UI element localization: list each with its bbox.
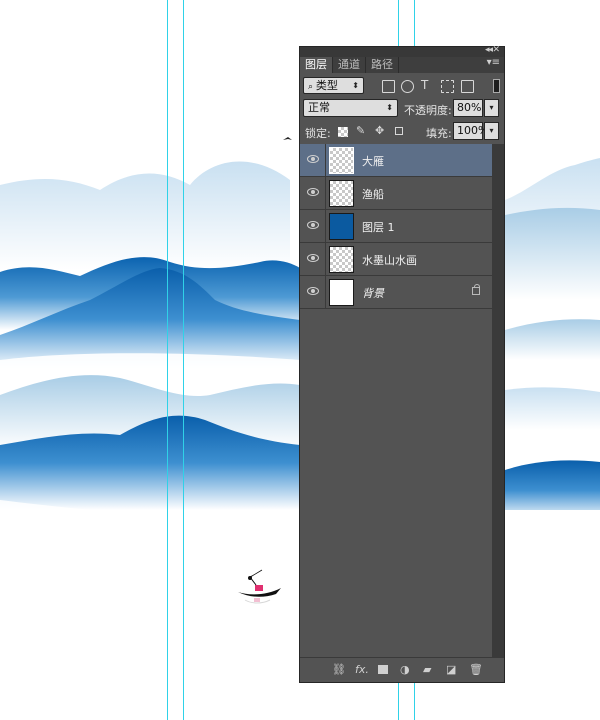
shape-filter-icon[interactable] bbox=[441, 80, 454, 93]
divider bbox=[325, 243, 326, 276]
layers-panel: ◂◂ ✕ 图层 通道 路径 ▾≡ ⌕ 类型 ⬍ T 正常 ⬍ 不透明度: 80%… bbox=[299, 45, 505, 683]
lock-image-brush-icon[interactable]: ✎ bbox=[356, 124, 365, 137]
layers-bottom-toolbar: ⛓ fx. ◑ ▰ ◪ 🗑 bbox=[300, 657, 504, 682]
filter-toggle-icon[interactable] bbox=[493, 79, 500, 93]
layer-thumbnail[interactable] bbox=[329, 279, 354, 306]
divider bbox=[325, 177, 326, 210]
lock-all-icon[interactable] bbox=[395, 127, 403, 135]
fill-label: 填充: bbox=[426, 127, 452, 140]
layer-row-shuimo[interactable]: 水墨山水画 bbox=[300, 243, 492, 276]
new-layer-icon[interactable]: ◪ bbox=[446, 663, 456, 676]
opacity-input[interactable]: 80% bbox=[453, 99, 483, 117]
layer-row-layer1[interactable]: 图层 1 bbox=[300, 210, 492, 243]
opacity-dropdown-button[interactable]: ▾ bbox=[484, 99, 499, 117]
adjustment-filter-icon[interactable] bbox=[401, 80, 414, 93]
panel-tabs: 图层 通道 路径 ▾≡ bbox=[300, 57, 504, 73]
smart-object-filter-icon[interactable] bbox=[461, 80, 474, 93]
layer-name[interactable]: 水墨山水画 bbox=[362, 252, 417, 268]
scrollbar[interactable] bbox=[492, 144, 504, 659]
type-filter-icon[interactable]: T bbox=[421, 78, 428, 92]
double-chevron-icon[interactable]: ◂◂ bbox=[485, 45, 493, 55]
fx-icon[interactable]: fx. bbox=[355, 663, 369, 676]
layer-row-yuchuan[interactable]: 渔船 bbox=[300, 177, 492, 210]
filter-row: ⌕ 类型 ⬍ T bbox=[300, 76, 504, 96]
folder-icon[interactable]: ▰ bbox=[423, 663, 431, 676]
chevron-updown-icon: ⬍ bbox=[352, 81, 359, 90]
lock-transparent-icon[interactable] bbox=[338, 127, 348, 137]
panel-title-bar[interactable]: ◂◂ ✕ bbox=[300, 45, 504, 57]
close-icon[interactable]: ✕ bbox=[492, 45, 500, 55]
mask-icon[interactable] bbox=[378, 665, 388, 674]
layer-thumbnail[interactable] bbox=[329, 147, 354, 174]
link-icon[interactable]: ⛓ bbox=[332, 663, 346, 676]
layers-list: 大雁 渔船 图层 1 水墨山水画 背景 bbox=[300, 144, 492, 659]
chevron-updown-icon: ⬍ bbox=[386, 103, 393, 112]
eye-visibility-icon[interactable] bbox=[307, 155, 319, 163]
eye-visibility-icon[interactable] bbox=[307, 287, 319, 295]
image-filter-icon[interactable] bbox=[382, 80, 395, 93]
lock-position-move-icon[interactable]: ✥ bbox=[375, 124, 384, 137]
guide-line-1[interactable] bbox=[167, 0, 168, 720]
eye-visibility-icon[interactable] bbox=[307, 221, 319, 229]
filter-type-dropdown[interactable]: ⌕ 类型 ⬍ bbox=[303, 77, 364, 94]
lock-label: 锁定: bbox=[305, 127, 331, 140]
divider bbox=[325, 144, 326, 177]
divider bbox=[325, 276, 326, 309]
layer-thumbnail[interactable] bbox=[329, 246, 354, 273]
eye-visibility-icon[interactable] bbox=[307, 188, 319, 196]
lock-row: 锁定: ✎ ✥ 填充: 100% ▾ bbox=[300, 122, 504, 142]
tab-channels[interactable]: 通道 bbox=[333, 57, 366, 73]
layer-thumbnail[interactable] bbox=[329, 180, 354, 207]
layer-row-background[interactable]: 背景 bbox=[300, 276, 492, 309]
blend-row: 正常 ⬍ 不透明度: 80% ▾ bbox=[300, 99, 504, 119]
lock-icon bbox=[472, 284, 480, 295]
layer-name[interactable]: 大雁 bbox=[362, 153, 384, 169]
adjustment-icon[interactable]: ◑ bbox=[400, 663, 410, 676]
opacity-label: 不透明度: bbox=[404, 104, 452, 117]
layer-row-dayan[interactable]: 大雁 bbox=[300, 144, 492, 177]
blend-mode-dropdown[interactable]: 正常 ⬍ bbox=[303, 99, 398, 117]
fill-dropdown-button[interactable]: ▾ bbox=[484, 122, 499, 140]
trash-icon[interactable]: 🗑 bbox=[469, 663, 483, 676]
layer-name[interactable]: 渔船 bbox=[362, 186, 384, 202]
divider bbox=[325, 210, 326, 243]
layer-name[interactable]: 图层 1 bbox=[362, 219, 395, 235]
search-icon: ⌕ bbox=[308, 82, 316, 92]
layer-name[interactable]: 背景 bbox=[362, 285, 384, 301]
layer-thumbnail[interactable] bbox=[329, 213, 354, 240]
panel-menu-icon[interactable]: ▾≡ bbox=[487, 57, 500, 68]
filter-type-label: 类型 bbox=[315, 79, 338, 92]
fill-input[interactable]: 100% bbox=[453, 122, 488, 140]
blend-mode-value: 正常 bbox=[308, 101, 330, 114]
tab-layers[interactable]: 图层 bbox=[300, 57, 333, 73]
guide-line-2[interactable] bbox=[183, 0, 184, 720]
eye-visibility-icon[interactable] bbox=[307, 254, 319, 262]
tab-paths[interactable]: 路径 bbox=[366, 57, 399, 73]
